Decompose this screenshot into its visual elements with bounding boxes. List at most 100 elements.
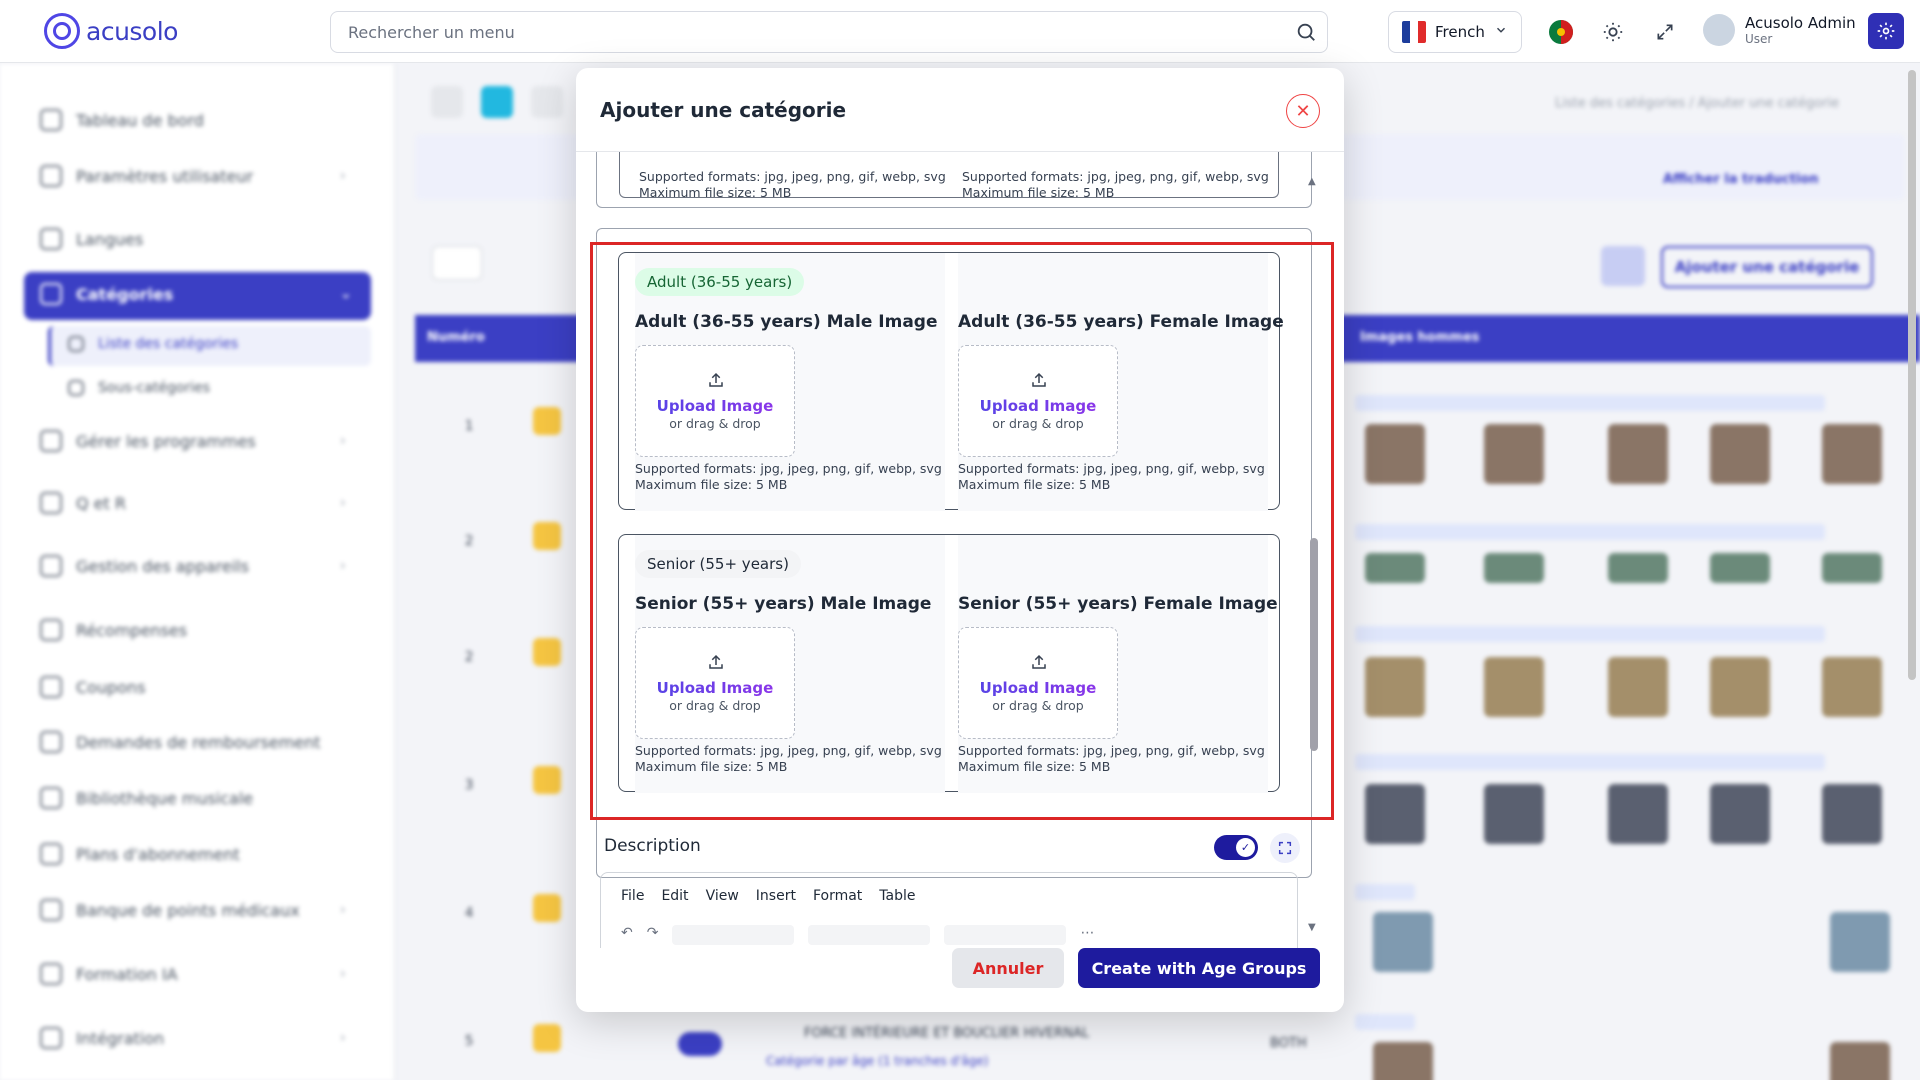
sidebar-item-rewards[interactable]: Récompenses [40,619,187,641]
sidebar-item-label: Banque de points médicaux [76,900,300,920]
upload-male-image-dropzone[interactable]: Upload Image or drag & drop [635,627,795,739]
sidebar-item-programs[interactable]: Gérer les programmes › [40,430,346,452]
font-family-select[interactable] [808,925,931,945]
subscription-icon [40,843,62,865]
sidebar-item-label: Intégration [76,1028,165,1048]
sidebar-item-languages[interactable]: Langues [40,228,143,250]
refresh-button[interactable] [481,86,513,118]
edit-button[interactable] [533,894,561,922]
user-menu[interactable]: Acusolo Admin User [1703,14,1856,46]
editor-toolbar: ↶ ↷ ⋯ [621,925,1094,945]
add-category-button[interactable]: Ajouter une catégorie [1661,246,1873,288]
age-group-card-adult: Adult (36-55 years) Adult (36-55 years) … [618,252,1284,511]
editor-fullscreen-button[interactable] [1270,833,1300,863]
settings-button[interactable] [1868,13,1904,49]
chevron-right-icon: › [340,168,346,184]
nav-forward-button[interactable] [531,86,563,118]
chevron-right-icon: › [340,495,346,511]
thumbnail-image [1822,657,1882,717]
sidebar-item-ai-training[interactable]: Formation IA › [40,963,346,985]
row-title: FORCE INTÉRIEURE ET BOUCLIER HIVERNAL [804,1026,1090,1041]
edit-button[interactable] [533,522,561,550]
sidebar-item-coupons[interactable]: Coupons [40,676,146,698]
thumbnail-image [1608,784,1668,844]
region-flag-icon[interactable] [1546,17,1576,47]
upload-male-image-dropzone[interactable]: Upload Image or drag & drop [635,345,795,457]
page-size-select[interactable] [432,246,482,280]
sidebar-item-category-list[interactable]: Liste des catégories [68,336,238,352]
scroll-up-arrow-icon[interactable]: ▲ [1308,176,1316,187]
close-button[interactable]: ✕ [1286,94,1320,128]
row-number: 1 [465,419,474,434]
undo-icon[interactable]: ↶ [621,925,633,945]
font-size-select[interactable] [944,925,1067,945]
chevron-right-icon: › [340,902,346,918]
sidebar-item-medical-points[interactable]: Banque de points médicaux › [40,899,346,921]
globe-icon [40,228,62,250]
description-toggle[interactable]: ✓ [1214,835,1258,860]
programs-icon [40,430,62,452]
search-icon[interactable] [1295,21,1317,47]
sidebar-item-user-settings[interactable]: Paramètres utilisateur › [40,165,346,187]
language-select[interactable]: French [1388,11,1522,53]
thumbnail-image [1710,784,1770,844]
sidebar-item-integration[interactable]: Intégration › [40,1027,346,1049]
sidebar-item-qa[interactable]: Q et R › [40,492,346,514]
editor-menu-insert[interactable]: Insert [756,888,796,904]
upload-female-image-dropzone[interactable]: Upload Image or drag & drop [958,627,1118,739]
page-scrollbar[interactable] [1908,70,1916,680]
menu-search-input[interactable]: Rechercher un menu [330,11,1328,53]
modal-scroll-area[interactable]: Supported formats: jpg, jpeg, png, gif, … [576,152,1344,948]
rich-text-editor[interactable]: File Edit View Insert Format Table ↶ ↷ ⋯ [600,872,1298,948]
row-number: 2 [465,534,474,549]
edit-button[interactable] [533,638,561,666]
age-badge-adult: Adult (36-55 years) [635,268,805,296]
thumbnail-image [1608,657,1668,717]
row-status-toggle[interactable] [678,1032,722,1056]
upload-image-label: Upload Image [636,679,794,697]
sidebar-item-label: Catégories [76,284,174,304]
edit-button[interactable] [533,407,561,435]
thumbnail-image [1484,553,1544,583]
sidebar-item-refunds[interactable]: Demandes de remboursement [40,731,321,753]
more-options-icon[interactable]: ⋯ [1080,925,1094,945]
format-hint: Supported formats: jpg, jpeg, png, gif, … [639,169,946,200]
sidebar-item-subcategories[interactable]: Sous-catégories [68,380,210,396]
editor-menu-format[interactable]: Format [813,888,862,904]
sidebar-item-music-library[interactable]: Bibliothèque musicale [40,787,253,809]
editor-menu-table[interactable]: Table [879,888,915,904]
format-hint: Supported formats: jpg, jpeg, png, gif, … [635,743,942,774]
fullscreen-expand-icon[interactable] [1650,17,1680,47]
sidebar-item-devices[interactable]: Gestion des appareils › [40,555,346,577]
sidebar-item-label: Gestion des appareils [76,556,249,576]
upload-female-image-dropzone[interactable]: Upload Image or drag & drop [958,345,1118,457]
block-format-select[interactable] [672,925,795,945]
modal-scrollbar-thumb[interactable] [1310,538,1318,751]
nav-back-button[interactable] [431,86,463,118]
redo-icon[interactable]: ↷ [647,925,659,945]
create-with-age-groups-button[interactable]: Create with Age Groups [1078,948,1320,988]
editor-menu-view[interactable]: View [706,888,739,904]
sidebar-item-subscriptions[interactable]: Plans d'abonnement [40,843,240,865]
sidebar-item-label: Sous-catégories [98,380,211,396]
cancel-button[interactable]: Annuler [952,948,1064,988]
editor-menu-file[interactable]: File [621,888,644,904]
row-subtitle: Catégorie par âge (1 tranches d'âge) [766,1054,989,1068]
sidebar-item-dashboard[interactable]: Tableau de bord [40,109,204,131]
refund-icon [40,731,62,753]
editor-menu-edit[interactable]: Edit [661,888,688,904]
edit-button[interactable] [533,1024,561,1052]
thumbnail-image [1608,553,1668,583]
upload-image-label: Upload Image [959,397,1117,415]
scroll-down-arrow-icon[interactable]: ▼ [1308,922,1316,933]
table-search-button[interactable] [1601,246,1645,286]
app-logo[interactable]: acusolo [44,13,178,49]
gear-icon [1877,22,1895,40]
edit-button[interactable] [533,766,561,794]
theme-sun-icon[interactable] [1598,17,1628,47]
upload-image-label: Upload Image [959,679,1117,697]
female-image-title: Adult (36-55 years) Female Image [958,312,1284,332]
thumbnail-image [1365,553,1425,583]
sidebar-item-categories[interactable]: Catégories ⌄ [40,283,352,305]
categories-icon [40,283,62,305]
